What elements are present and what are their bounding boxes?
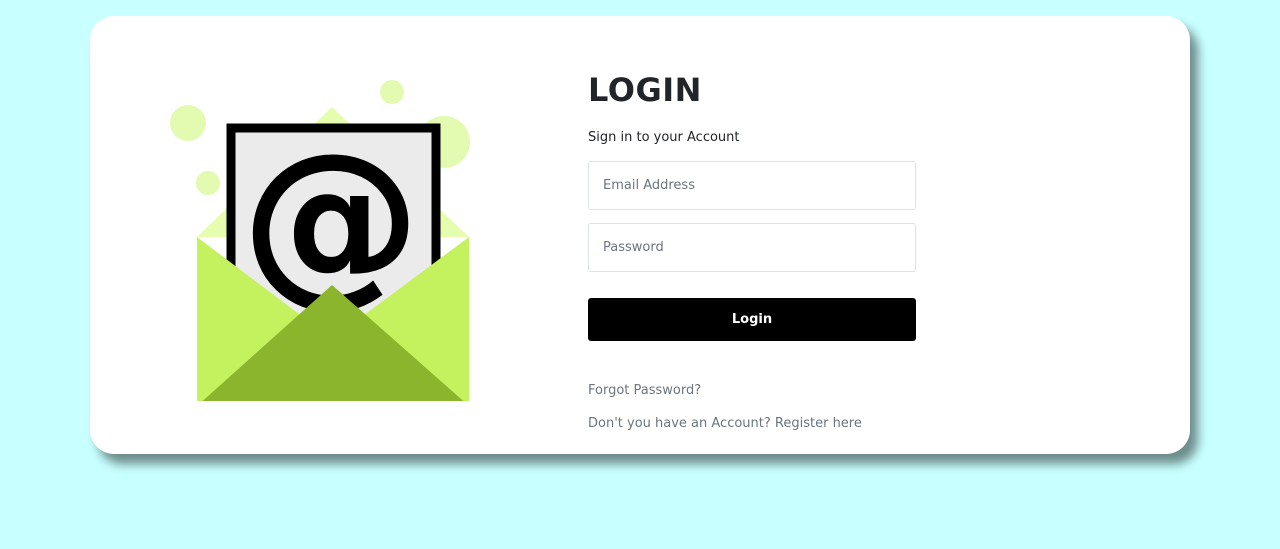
login-button[interactable]: Login bbox=[588, 298, 916, 341]
page-title: LOGIN bbox=[588, 71, 702, 109]
forgot-password-link[interactable]: Forgot Password? bbox=[588, 382, 916, 400]
decor-circle bbox=[380, 80, 404, 104]
decor-circle bbox=[196, 171, 220, 195]
decor-circle bbox=[170, 105, 206, 141]
login-card: @ LOGIN Sign in to your Account Login Fo… bbox=[90, 16, 1190, 454]
subtitle: Sign in to your Account bbox=[588, 130, 740, 145]
password-field[interactable] bbox=[588, 223, 916, 272]
login-form: LOGIN Sign in to your Account Login Forg… bbox=[588, 68, 916, 433]
register-link[interactable]: Don't you have an Account? Register here bbox=[588, 415, 916, 433]
envelope-at-icon: @ bbox=[170, 80, 470, 401]
email-field[interactable] bbox=[588, 161, 916, 210]
